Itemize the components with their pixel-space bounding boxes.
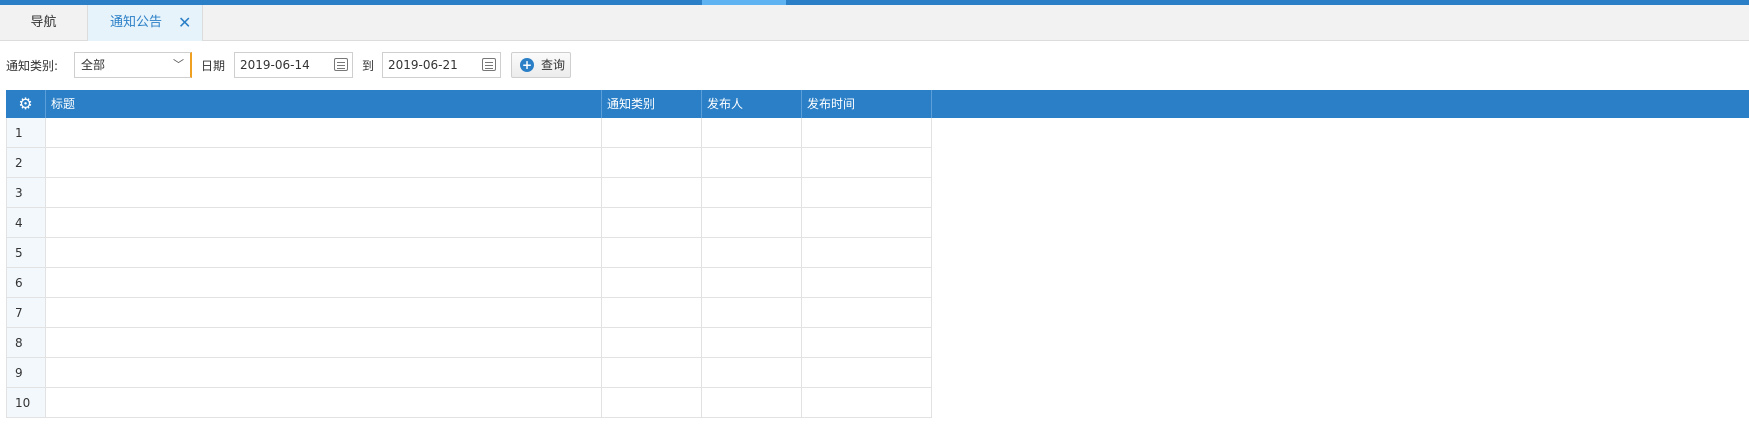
table-cell[interactable] [802, 118, 932, 148]
table-cell[interactable] [702, 118, 802, 148]
grid-header: ⚙ 标题 通知类别 发布人 发布时间 [6, 90, 1749, 118]
table-cell[interactable] [602, 328, 702, 358]
table-cell[interactable] [46, 208, 602, 238]
row-number: 2 [6, 148, 46, 178]
table-cell[interactable] [802, 328, 932, 358]
tab-bar: 导航 通知公告 ✕ [0, 5, 1749, 41]
table-cell[interactable] [46, 118, 602, 148]
table-row[interactable]: 3 [6, 178, 932, 208]
table-cell[interactable] [602, 298, 702, 328]
table-cell[interactable] [702, 178, 802, 208]
tab-navigation[interactable]: 导航 [0, 5, 88, 41]
query-button[interactable]: + 查询 [511, 52, 571, 78]
table-cell[interactable] [602, 118, 702, 148]
table-cell[interactable] [702, 298, 802, 328]
table-cell[interactable] [802, 268, 932, 298]
calendar-icon[interactable] [334, 58, 348, 71]
table-row[interactable]: 7 [6, 298, 932, 328]
close-icon[interactable]: ✕ [178, 5, 191, 41]
date-label: 日期 [201, 59, 226, 73]
table-cell[interactable] [702, 208, 802, 238]
table-cell[interactable] [46, 178, 602, 208]
row-number: 4 [6, 208, 46, 238]
table-cell[interactable] [602, 178, 702, 208]
date-from-value: 2019-06-14 [240, 58, 310, 72]
table-cell[interactable] [802, 358, 932, 388]
row-number: 5 [6, 238, 46, 268]
tab-notice-label: 通知公告 [110, 15, 163, 30]
row-number: 8 [6, 328, 46, 358]
table-cell[interactable] [702, 238, 802, 268]
table-row[interactable]: 6 [6, 268, 932, 298]
table-cell[interactable] [702, 388, 802, 418]
row-number: 3 [6, 178, 46, 208]
row-number: 9 [6, 358, 46, 388]
tab-navigation-label: 导航 [30, 15, 57, 30]
table-cell[interactable] [802, 148, 932, 178]
table-cell[interactable] [702, 268, 802, 298]
row-number: 7 [6, 298, 46, 328]
row-number: 6 [6, 268, 46, 298]
table-cell[interactable] [602, 148, 702, 178]
table-cell[interactable] [46, 298, 602, 328]
calendar-icon[interactable] [482, 58, 496, 71]
table-row[interactable]: 2 [6, 148, 932, 178]
table-cell[interactable] [802, 208, 932, 238]
table-row[interactable]: 8 [6, 328, 932, 358]
column-header-publisher[interactable]: 发布人 [702, 90, 802, 118]
column-header-title[interactable]: 标题 [46, 90, 602, 118]
filter-toolbar: 通知类别: 全部 ﹀ 日期 2019-06-14 到 2019-06-21 + … [0, 52, 1749, 80]
column-header-category[interactable]: 通知类别 [602, 90, 702, 118]
table-cell[interactable] [46, 238, 602, 268]
gear-icon[interactable]: ⚙ [6, 90, 46, 118]
table-cell[interactable] [802, 178, 932, 208]
table-cell[interactable] [802, 388, 932, 418]
row-number: 1 [6, 118, 46, 148]
table-row[interactable]: 4 [6, 208, 932, 238]
table-cell[interactable] [46, 358, 602, 388]
table-cell[interactable] [602, 238, 702, 268]
table-cell[interactable] [602, 388, 702, 418]
table-cell[interactable] [702, 148, 802, 178]
plus-circle-icon: + [520, 58, 534, 72]
table-cell[interactable] [46, 328, 602, 358]
table-cell[interactable] [802, 298, 932, 328]
column-header-publish-time[interactable]: 发布时间 [802, 90, 932, 118]
table-cell[interactable] [46, 148, 602, 178]
row-number: 10 [6, 388, 46, 418]
date-to-field[interactable]: 2019-06-21 [382, 52, 501, 78]
table-cell[interactable] [602, 208, 702, 238]
table-cell[interactable] [46, 268, 602, 298]
chevron-down-icon[interactable]: ﹀ [173, 53, 184, 77]
table-cell[interactable] [702, 328, 802, 358]
date-to-value: 2019-06-21 [388, 58, 458, 72]
tab-notice[interactable]: 通知公告 ✕ [88, 5, 203, 41]
category-select[interactable]: 全部 ﹀ [74, 52, 192, 78]
table-cell[interactable] [602, 358, 702, 388]
table-cell[interactable] [602, 268, 702, 298]
to-label: 到 [362, 59, 375, 73]
table-cell[interactable] [46, 388, 602, 418]
table-row[interactable]: 5 [6, 238, 932, 268]
category-select-value: 全部 [81, 58, 106, 72]
table-row[interactable]: 9 [6, 358, 932, 388]
table-cell[interactable] [702, 358, 802, 388]
table-row[interactable]: 1 [6, 118, 932, 148]
date-from-field[interactable]: 2019-06-14 [234, 52, 353, 78]
table-cell[interactable] [802, 238, 932, 268]
table-row[interactable]: 10 [6, 388, 932, 418]
query-button-label: 查询 [541, 58, 566, 72]
category-label: 通知类别: [6, 59, 59, 73]
